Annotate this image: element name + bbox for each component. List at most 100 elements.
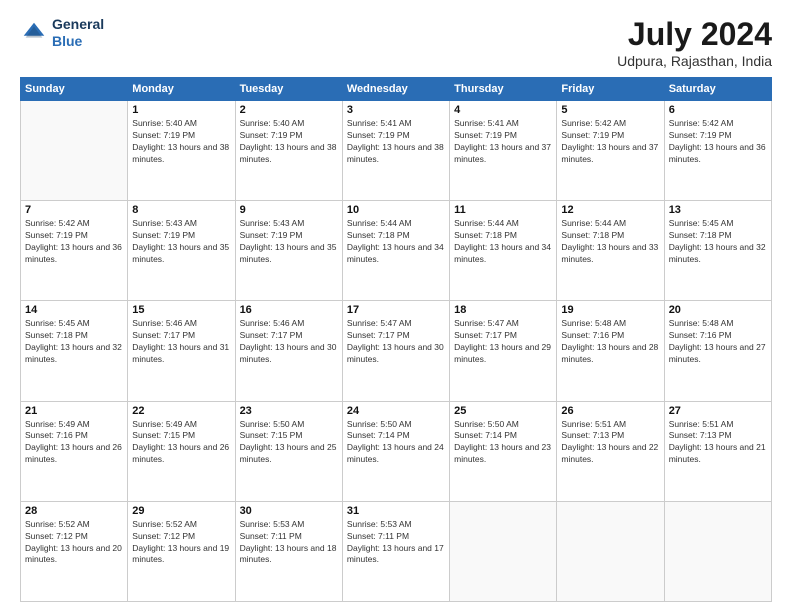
subtitle: Udpura, Rajasthan, India bbox=[617, 53, 772, 69]
week-row-5: 28 Sunrise: 5:52 AM Sunset: 7:12 PM Dayli… bbox=[21, 501, 772, 601]
cell-info: Sunrise: 5:53 AM Sunset: 7:11 PM Dayligh… bbox=[347, 519, 445, 567]
cell-info: Sunrise: 5:46 AM Sunset: 7:17 PM Dayligh… bbox=[240, 318, 338, 366]
col-saturday: Saturday bbox=[664, 78, 771, 101]
day-number: 28 bbox=[25, 505, 123, 517]
calendar-cell: 7Sunrise: 5:42 AM Sunset: 7:19 PM Daylig… bbox=[21, 201, 128, 301]
calendar-cell: 23 Sunrise: 5:50 AM Sunset: 7:15 PM Dayli… bbox=[235, 401, 342, 501]
calendar-cell: 4 Sunrise: 5:41 AM Sunset: 7:19 PM Daylig… bbox=[450, 101, 557, 201]
cell-info: Sunrise: 5:42 AM Sunset: 7:19 PM Dayligh… bbox=[25, 218, 123, 266]
calendar-cell: 12Sunrise: 5:44 AM Sunset: 7:18 PM Dayli… bbox=[557, 201, 664, 301]
day-number: 29 bbox=[132, 505, 230, 517]
week-row-3: 14 Sunrise: 5:45 AM Sunset: 7:18 PM Dayli… bbox=[21, 301, 772, 401]
calendar-cell bbox=[664, 501, 771, 601]
day-number: 22 bbox=[132, 405, 230, 417]
cell-info: Sunrise: 5:52 AM Sunset: 7:12 PM Dayligh… bbox=[25, 519, 123, 567]
calendar-cell: 17 Sunrise: 5:47 AM Sunset: 7:17 PM Dayli… bbox=[342, 301, 449, 401]
calendar-cell: 2 Sunrise: 5:40 AM Sunset: 7:19 PM Daylig… bbox=[235, 101, 342, 201]
calendar-cell: 28 Sunrise: 5:52 AM Sunset: 7:12 PM Dayli… bbox=[21, 501, 128, 601]
cell-info: Sunrise: 5:47 AM Sunset: 7:17 PM Dayligh… bbox=[347, 318, 445, 366]
day-number: 31 bbox=[347, 505, 445, 517]
logo: General Blue bbox=[20, 16, 104, 50]
day-number: 1 bbox=[132, 104, 230, 116]
calendar-cell: 24Sunrise: 5:50 AM Sunset: 7:14 PM Dayli… bbox=[342, 401, 449, 501]
day-number: 8 bbox=[132, 204, 230, 216]
day-number: 27 bbox=[669, 405, 767, 417]
calendar-cell: 21Sunrise: 5:49 AM Sunset: 7:16 PM Dayli… bbox=[21, 401, 128, 501]
calendar-cell bbox=[450, 501, 557, 601]
day-number: 18 bbox=[454, 304, 552, 316]
day-number: 17 bbox=[347, 304, 445, 316]
calendar-cell: 29 Sunrise: 5:52 AM Sunset: 7:12 PM Dayli… bbox=[128, 501, 235, 601]
cell-info: Sunrise: 5:44 AM Sunset: 7:18 PM Dayligh… bbox=[454, 218, 552, 266]
col-sunday: Sunday bbox=[21, 78, 128, 101]
day-number: 14 bbox=[25, 304, 123, 316]
cell-info: Sunrise: 5:49 AM Sunset: 7:15 PM Dayligh… bbox=[132, 419, 230, 467]
cell-info: Sunrise: 5:50 AM Sunset: 7:14 PM Dayligh… bbox=[454, 419, 552, 467]
calendar-cell: 31 Sunrise: 5:53 AM Sunset: 7:11 PM Dayli… bbox=[342, 501, 449, 601]
calendar-cell bbox=[557, 501, 664, 601]
cell-info: Sunrise: 5:40 AM Sunset: 7:19 PM Dayligh… bbox=[132, 118, 230, 166]
calendar-table: Sunday Monday Tuesday Wednesday Thursday… bbox=[20, 77, 772, 602]
cell-info: Sunrise: 5:41 AM Sunset: 7:19 PM Dayligh… bbox=[454, 118, 552, 166]
cell-info: Sunrise: 5:51 AM Sunset: 7:13 PM Dayligh… bbox=[561, 419, 659, 467]
calendar-cell: 13 Sunrise: 5:45 AM Sunset: 7:18 PM Dayli… bbox=[664, 201, 771, 301]
cell-info: Sunrise: 5:50 AM Sunset: 7:15 PM Dayligh… bbox=[240, 419, 338, 467]
calendar-cell: 11 Sunrise: 5:44 AM Sunset: 7:18 PM Dayli… bbox=[450, 201, 557, 301]
cell-info: Sunrise: 5:45 AM Sunset: 7:18 PM Dayligh… bbox=[669, 218, 767, 266]
day-number: 26 bbox=[561, 405, 659, 417]
calendar-cell: 10 Sunrise: 5:44 AM Sunset: 7:18 PM Dayli… bbox=[342, 201, 449, 301]
calendar-cell: 25 Sunrise: 5:50 AM Sunset: 7:14 PM Dayli… bbox=[450, 401, 557, 501]
calendar-header-row: Sunday Monday Tuesday Wednesday Thursday… bbox=[21, 78, 772, 101]
day-number: 24 bbox=[347, 405, 445, 417]
col-friday: Friday bbox=[557, 78, 664, 101]
day-number: 23 bbox=[240, 405, 338, 417]
calendar-cell: 16 Sunrise: 5:46 AM Sunset: 7:17 PM Dayli… bbox=[235, 301, 342, 401]
calendar-cell: 8 Sunrise: 5:43 AM Sunset: 7:19 PM Daylig… bbox=[128, 201, 235, 301]
calendar-cell: 14 Sunrise: 5:45 AM Sunset: 7:18 PM Dayli… bbox=[21, 301, 128, 401]
col-wednesday: Wednesday bbox=[342, 78, 449, 101]
calendar-cell: 18Sunrise: 5:47 AM Sunset: 7:17 PM Dayli… bbox=[450, 301, 557, 401]
cell-info: Sunrise: 5:41 AM Sunset: 7:19 PM Dayligh… bbox=[347, 118, 445, 166]
calendar-cell: 26 Sunrise: 5:51 AM Sunset: 7:13 PM Dayli… bbox=[557, 401, 664, 501]
day-number: 6 bbox=[669, 104, 767, 116]
col-tuesday: Tuesday bbox=[235, 78, 342, 101]
cell-info: Sunrise: 5:43 AM Sunset: 7:19 PM Dayligh… bbox=[132, 218, 230, 266]
day-number: 2 bbox=[240, 104, 338, 116]
day-number: 30 bbox=[240, 505, 338, 517]
cell-info: Sunrise: 5:40 AM Sunset: 7:19 PM Dayligh… bbox=[240, 118, 338, 166]
cell-info: Sunrise: 5:45 AM Sunset: 7:18 PM Dayligh… bbox=[25, 318, 123, 366]
title-block: July 2024 Udpura, Rajasthan, India bbox=[617, 16, 772, 69]
cell-info: Sunrise: 5:44 AM Sunset: 7:18 PM Dayligh… bbox=[347, 218, 445, 266]
day-number: 3 bbox=[347, 104, 445, 116]
page: General Blue July 2024 Udpura, Rajasthan… bbox=[0, 0, 792, 612]
day-number: 4 bbox=[454, 104, 552, 116]
calendar-cell: 1 Sunrise: 5:40 AM Sunset: 7:19 PM Daylig… bbox=[128, 101, 235, 201]
week-row-4: 21Sunrise: 5:49 AM Sunset: 7:16 PM Dayli… bbox=[21, 401, 772, 501]
calendar-cell: 30 Sunrise: 5:53 AM Sunset: 7:11 PM Dayli… bbox=[235, 501, 342, 601]
calendar-cell: 3 Sunrise: 5:41 AM Sunset: 7:19 PM Daylig… bbox=[342, 101, 449, 201]
day-number: 15 bbox=[132, 304, 230, 316]
day-number: 10 bbox=[347, 204, 445, 216]
logo-line1: General bbox=[52, 16, 104, 33]
cell-info: Sunrise: 5:49 AM Sunset: 7:16 PM Dayligh… bbox=[25, 419, 123, 467]
cell-info: Sunrise: 5:44 AM Sunset: 7:18 PM Dayligh… bbox=[561, 218, 659, 266]
col-thursday: Thursday bbox=[450, 78, 557, 101]
day-number: 13 bbox=[669, 204, 767, 216]
day-number: 11 bbox=[454, 204, 552, 216]
day-number: 16 bbox=[240, 304, 338, 316]
cell-info: Sunrise: 5:52 AM Sunset: 7:12 PM Dayligh… bbox=[132, 519, 230, 567]
cell-info: Sunrise: 5:42 AM Sunset: 7:19 PM Dayligh… bbox=[561, 118, 659, 166]
logo-icon bbox=[20, 19, 48, 47]
calendar-cell bbox=[21, 101, 128, 201]
col-monday: Monday bbox=[128, 78, 235, 101]
calendar-cell: 15 Sunrise: 5:46 AM Sunset: 7:17 PM Dayli… bbox=[128, 301, 235, 401]
day-number: 25 bbox=[454, 405, 552, 417]
cell-info: Sunrise: 5:46 AM Sunset: 7:17 PM Dayligh… bbox=[132, 318, 230, 366]
calendar-cell: 6 Sunrise: 5:42 AM Sunset: 7:19 PM Daylig… bbox=[664, 101, 771, 201]
cell-info: Sunrise: 5:42 AM Sunset: 7:19 PM Dayligh… bbox=[669, 118, 767, 166]
day-number: 20 bbox=[669, 304, 767, 316]
calendar-cell: 22 Sunrise: 5:49 AM Sunset: 7:15 PM Dayli… bbox=[128, 401, 235, 501]
cell-info: Sunrise: 5:53 AM Sunset: 7:11 PM Dayligh… bbox=[240, 519, 338, 567]
cell-info: Sunrise: 5:48 AM Sunset: 7:16 PM Dayligh… bbox=[669, 318, 767, 366]
week-row-1: 1 Sunrise: 5:40 AM Sunset: 7:19 PM Daylig… bbox=[21, 101, 772, 201]
